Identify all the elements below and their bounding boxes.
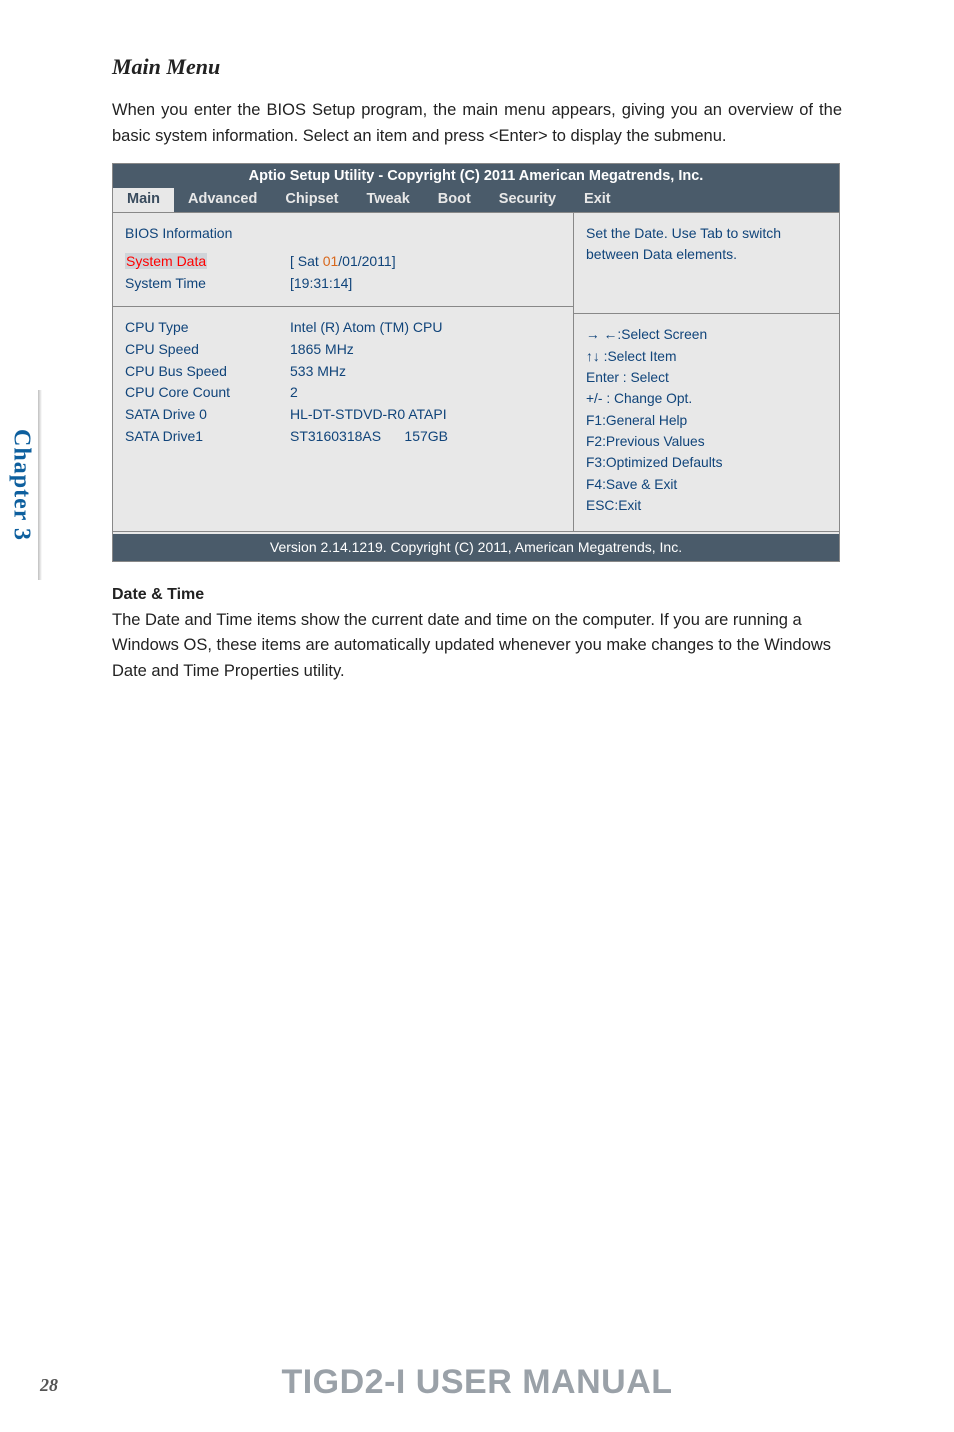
tab-exit[interactable]: Exit [570,188,625,212]
help-line: F1:General Help [586,410,827,431]
bios-help-description: Set the Date. Use Tab to switch between … [574,213,839,313]
chapter-tab: Chapter 3 [0,390,42,580]
help-line: ↑↓ :Select Item [586,346,827,367]
list-item: CPU Bus Speed533 MHz [125,361,561,383]
help-line: → ←:Select Screen [586,324,827,345]
date-time-heading: Date & Time [112,586,842,604]
system-time-label: System Time [125,273,290,295]
cpu-speed-label: CPU Speed [125,339,290,361]
help-line: Enter : Select [586,367,827,388]
cpu-core-count-value: 2 [290,382,561,404]
bios-screenshot: Aptio Setup Utility - Copyright (C) 2011… [112,163,840,561]
system-time-value: [19:31:14] [290,273,561,295]
cpu-speed-value: 1865 MHz [290,339,561,361]
tab-advanced[interactable]: Advanced [174,188,271,212]
bios-help-keys: → ←:Select Screen ↑↓ :Select Item Enter … [574,314,839,530]
tab-main[interactable]: Main [113,188,174,212]
help-line: ESC:Exit [586,495,827,516]
list-item[interactable]: System Time [19:31:14] [125,273,561,295]
tab-tweak[interactable]: Tweak [353,188,424,212]
system-data-value-post: /01/2011] [338,253,395,269]
tab-boot[interactable]: Boot [424,188,485,212]
cpu-core-count-label: CPU Core Count [125,382,290,404]
tab-chipset[interactable]: Chipset [271,188,352,212]
date-time-paragraph: The Date and Time items show the current… [112,608,842,685]
help-line: F4:Save & Exit [586,474,827,495]
bios-tab-bar: Main Advanced Chipset Tweak Boot Securit… [113,188,839,212]
cpu-bus-speed-label: CPU Bus Speed [125,361,290,383]
bios-footer: Version 2.14.1219. Copyright (C) 2011, A… [113,534,839,561]
sata0-value: HL-DT-STDVD-R0 ATAPI [290,404,561,426]
bios-title-bar: Aptio Setup Utility - Copyright (C) 2011… [113,164,839,188]
list-item: CPU Speed1865 MHz [125,339,561,361]
content-area: Main Menu When you enter the BIOS Setup … [112,54,842,698]
list-item: SATA Drive1ST3160318AS 157GB [125,426,561,448]
cpu-bus-speed-value: 533 MHz [290,361,561,383]
cpu-type-label: CPU Type [125,317,290,339]
system-data-value-pre: [ Sat [290,253,323,269]
section-heading: Main Menu [112,54,842,80]
sata1-label: SATA Drive1 [125,426,290,448]
bios-info-label: BIOS Information [125,223,290,245]
intro-paragraph: When you enter the BIOS Setup program, t… [112,98,842,149]
bios-right-panel: Set the Date. Use Tab to switch between … [574,213,839,530]
list-item: SATA Drive 0HL-DT-STDVD-R0 ATAPI [125,404,561,426]
help-line: F3:Optimized Defaults [586,452,827,473]
page-number: 28 [40,1375,58,1396]
system-data-value-highlight: 01 [323,253,339,269]
system-data-label: System Data [125,253,207,269]
list-item[interactable]: System Data [ Sat 01/01/2011] [125,251,561,273]
help-line: F2:Previous Values [586,431,827,452]
sata1-value: ST3160318AS 157GB [290,426,561,448]
list-item: CPU Core Count2 [125,382,561,404]
chapter-tab-label: Chapter 3 [8,429,35,541]
help-line: +/- : Change Opt. [586,388,827,409]
tab-security[interactable]: Security [485,188,570,212]
cpu-type-value: Intel (R) Atom (TM) CPU [290,317,561,339]
list-item: CPU TypeIntel (R) Atom (TM) CPU [125,317,561,339]
footer-title: TIGD2-I USER MANUAL [281,1363,672,1402]
sata0-label: SATA Drive 0 [125,404,290,426]
bios-left-panel: BIOS Information System Data [ Sat 01/01… [113,213,574,530]
